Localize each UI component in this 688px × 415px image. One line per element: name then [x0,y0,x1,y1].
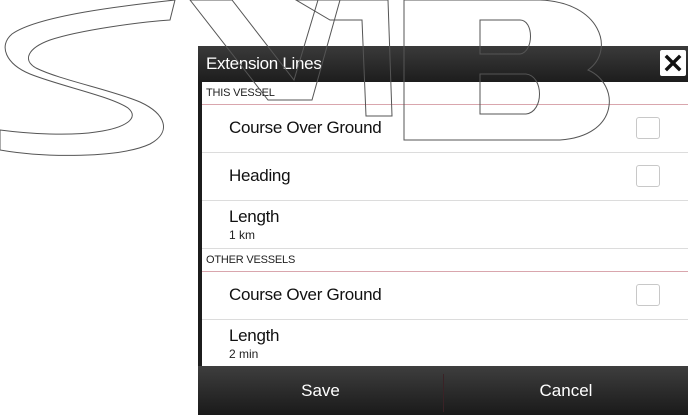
section-label: OTHER VESSELS [206,254,296,266]
dialog-title: Extension Lines [206,54,322,73]
save-button[interactable]: Save [198,366,443,415]
section-header-this-vessel: THIS VESSEL [202,82,688,105]
row-label: Heading [229,166,291,185]
close-icon [664,54,682,72]
close-button[interactable] [660,50,686,76]
section-label: THIS VESSEL [206,87,275,99]
row-label: Course Over Ground [229,118,382,137]
dialog-footer: Save Cancel [198,366,688,415]
heading-checkbox[interactable] [636,165,660,187]
row-label: Course Over Ground [229,285,382,304]
row-this-vessel-course-over-ground[interactable]: Course Over Ground [202,105,688,153]
row-this-vessel-length[interactable]: Length 1 km [202,201,688,249]
cancel-button[interactable]: Cancel [444,366,688,415]
extension-lines-dialog: Extension Lines THIS VESSEL Course Over … [198,46,688,415]
row-this-vessel-heading[interactable]: Heading [202,153,688,201]
row-other-vessels-length[interactable]: Length 2 min [202,320,688,366]
section-header-other-vessels: OTHER VESSELS [202,249,688,272]
length-value: 2 min [229,347,259,361]
row-other-vessels-course-over-ground[interactable]: Course Over Ground [202,272,688,320]
course-over-ground-checkbox[interactable] [636,117,660,139]
row-label: Length [229,207,280,226]
dialog-titlebar: Extension Lines [198,46,688,82]
course-over-ground-checkbox[interactable] [636,284,660,306]
settings-panel: THIS VESSEL Course Over Ground Heading L… [202,82,688,366]
row-label: Length [229,326,280,345]
length-value: 1 km [229,228,256,242]
